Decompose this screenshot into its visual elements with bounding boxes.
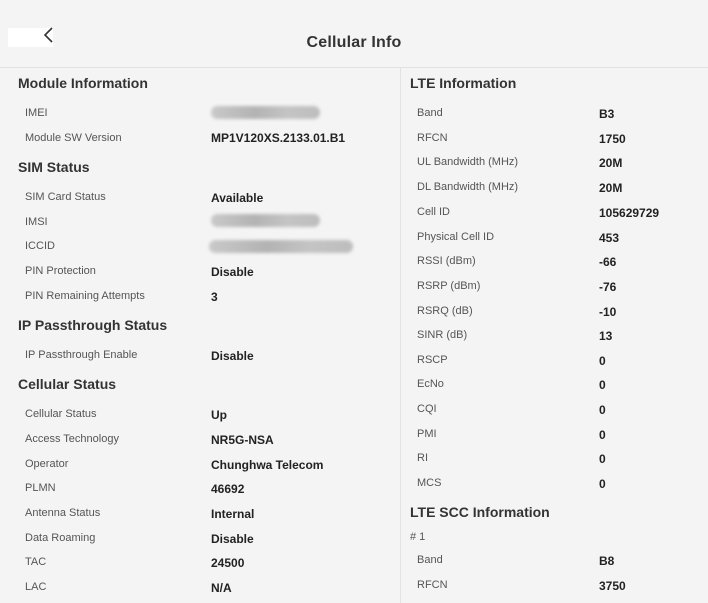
redacted-imei — [211, 106, 320, 119]
value-module-sw-version: MP1V120XS.2133.01.B1 — [211, 131, 346, 145]
label-rsrp: RSRP (dBm) — [417, 280, 481, 292]
label-physical-cell-id: Physical Cell ID — [417, 231, 495, 243]
label-lac: LAC — [25, 581, 47, 593]
value-dl-bandwidth: 20M — [599, 181, 623, 195]
value-lte-rfcn: 1750 — [599, 132, 626, 146]
label-scc-rfcn: RFCN — [417, 579, 448, 591]
value-operator: Chunghwa Telecom — [211, 458, 324, 472]
redacted-iccid — [209, 240, 353, 253]
value-pin-remaining-attempts: 3 — [211, 290, 218, 304]
page-title: Cellular Info — [306, 34, 402, 51]
scc-index: # 1 — [410, 531, 426, 543]
label-pmi: PMI — [417, 428, 437, 440]
value-pin-protection: Disable — [211, 265, 254, 279]
value-rsrp: -76 — [599, 280, 617, 294]
label-antenna-status: Antenna Status — [25, 507, 101, 519]
label-lte-band: Band — [417, 107, 443, 119]
section-title-cellular: Cellular Status — [18, 376, 117, 392]
value-ul-bandwidth: 20M — [599, 156, 623, 170]
label-ri: RI — [417, 452, 428, 464]
label-cellular-status: Cellular Status — [25, 408, 97, 420]
label-iccid: ICCID — [25, 240, 55, 252]
value-mcs: 0 — [599, 477, 606, 491]
section-title-lte-scc: LTE SCC Information — [410, 504, 550, 520]
value-ip-passthrough-enable: Disable — [211, 349, 254, 363]
column-divider — [400, 68, 401, 603]
value-sinr: 13 — [599, 329, 613, 343]
value-data-roaming: Disable — [211, 532, 254, 546]
label-scc-band: Band — [417, 554, 443, 566]
value-lte-band: B3 — [599, 107, 615, 121]
value-lac: N/A — [211, 581, 232, 595]
label-module-sw-version: Module SW Version — [25, 132, 122, 144]
value-rsrq: -10 — [599, 305, 617, 319]
label-ul-bandwidth: UL Bandwidth (MHz) — [417, 156, 519, 168]
value-scc-band: B8 — [599, 554, 615, 568]
label-rsrq: RSRQ (dB) — [417, 305, 473, 317]
section-title-sim: SIM Status — [18, 159, 90, 175]
value-cell-id: 105629729 — [599, 206, 660, 220]
label-ip-passthrough-enable: IP Passthrough Enable — [25, 349, 138, 361]
header-bar: Cellular Info — [0, 0, 708, 68]
value-cqi: 0 — [599, 403, 606, 417]
label-mcs: MCS — [417, 477, 442, 489]
label-access-technology: Access Technology — [25, 433, 119, 445]
section-title-module: Module Information — [18, 75, 148, 91]
value-access-technology: NR5G-NSA — [211, 433, 274, 447]
label-ecno: EcNo — [417, 378, 444, 390]
label-dl-bandwidth: DL Bandwidth (MHz) — [417, 181, 519, 193]
value-sim-card-status: Available — [211, 191, 264, 205]
value-ri: 0 — [599, 452, 606, 466]
label-imsi: IMSI — [25, 216, 48, 228]
label-cell-id: Cell ID — [417, 206, 451, 218]
value-pmi: 0 — [599, 428, 606, 442]
value-plmn: 46692 — [211, 482, 245, 496]
value-scc-rfcn: 3750 — [599, 579, 626, 593]
value-physical-cell-id: 453 — [599, 231, 620, 245]
label-sinr: SINR (dB) — [417, 329, 468, 341]
redacted-imsi — [211, 214, 320, 227]
value-ecno: 0 — [599, 378, 606, 392]
value-cellular-status: Up — [211, 408, 227, 422]
label-sim-card-status: SIM Card Status — [25, 191, 106, 203]
label-lte-rfcn: RFCN — [417, 132, 448, 144]
label-pin-remaining-attempts: PIN Remaining Attempts — [25, 290, 145, 302]
section-title-lte: LTE Information — [410, 75, 517, 91]
label-plmn: PLMN — [25, 482, 56, 494]
label-tac: TAC — [25, 556, 47, 568]
label-rscp: RSCP — [417, 354, 448, 366]
label-cqi: CQI — [417, 403, 437, 415]
value-antenna-status: Internal — [211, 507, 255, 521]
label-data-roaming: Data Roaming — [25, 532, 96, 544]
label-rssi: RSSI (dBm) — [417, 255, 476, 267]
label-imei: IMEI — [25, 107, 48, 119]
value-rssi: -66 — [599, 255, 617, 269]
value-tac: 24500 — [211, 556, 245, 570]
label-pin-protection: PIN Protection — [25, 265, 96, 277]
value-rscp: 0 — [599, 354, 606, 368]
label-operator: Operator — [25, 458, 69, 470]
section-title-ip-passthrough: IP Passthrough Status — [18, 317, 168, 333]
